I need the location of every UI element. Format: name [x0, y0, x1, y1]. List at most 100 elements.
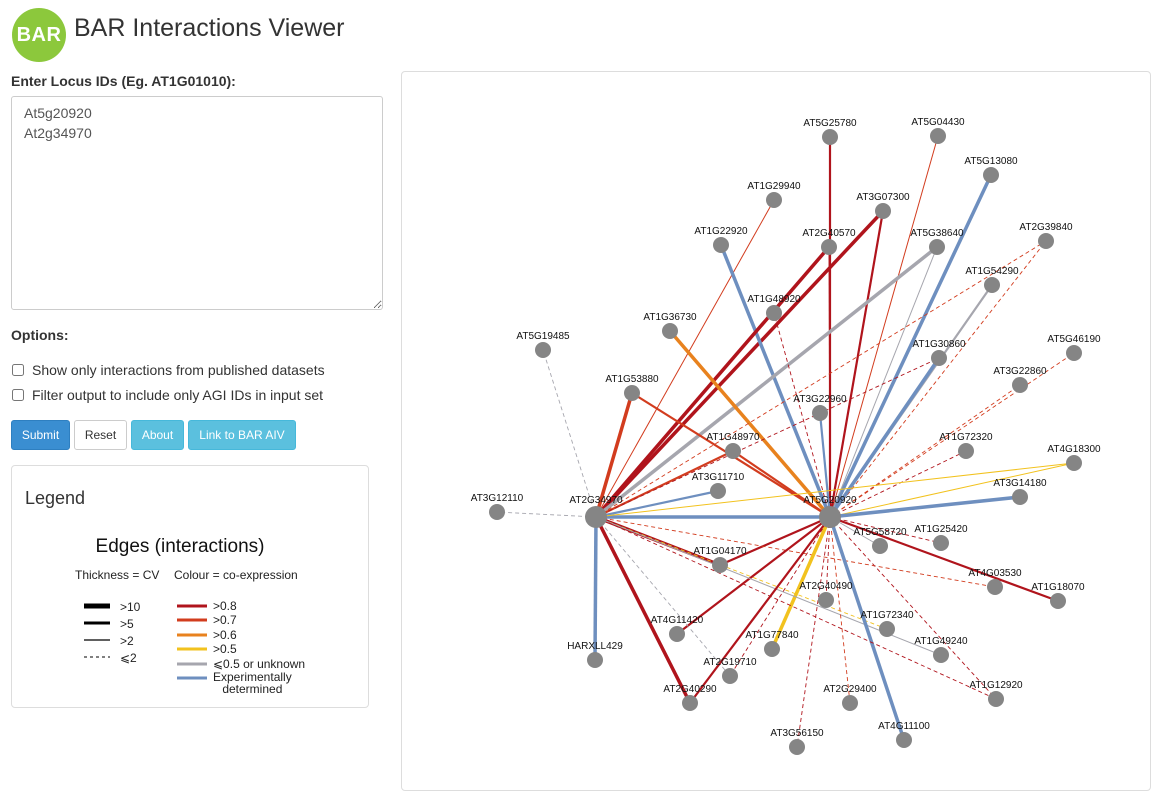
- graph-node-circle[interactable]: [933, 535, 949, 551]
- published-checkbox[interactable]: [12, 364, 24, 376]
- graph-node[interactable]: AT5G46190: [1047, 334, 1101, 361]
- graph-node-circle[interactable]: [587, 652, 603, 668]
- graph-node-circle[interactable]: [713, 237, 729, 253]
- graph-edge[interactable]: [595, 240, 1047, 518]
- graph-node-circle[interactable]: [682, 695, 698, 711]
- graph-edge[interactable]: [668, 329, 832, 519]
- graph-node-circle[interactable]: [958, 443, 974, 459]
- graph-node-circle[interactable]: [931, 350, 947, 366]
- graph-edge[interactable]: [828, 357, 941, 518]
- graph-node-circle[interactable]: [585, 506, 607, 528]
- graph-node-circle[interactable]: [669, 626, 685, 642]
- graph-node-circle[interactable]: [1038, 233, 1054, 249]
- graph-node-circle[interactable]: [1066, 345, 1082, 361]
- graph-node[interactable]: AT2G40290: [663, 684, 717, 711]
- graph-node-circle[interactable]: [722, 668, 738, 684]
- graph-node[interactable]: AT3G22860: [993, 366, 1047, 393]
- graph-node-circle[interactable]: [929, 239, 945, 255]
- reset-button[interactable]: Reset: [74, 420, 127, 450]
- graph-node-circle[interactable]: [1050, 593, 1066, 609]
- graph-node-circle[interactable]: [879, 621, 895, 637]
- graph-edge[interactable]: [496, 511, 597, 518]
- graph-node-circle[interactable]: [821, 239, 837, 255]
- graph-node[interactable]: AT1G12920: [969, 680, 1023, 707]
- graph-edge[interactable]: [828, 174, 993, 518]
- graph-edge[interactable]: [595, 199, 775, 518]
- graph-node[interactable]: AT1G54290: [965, 266, 1019, 293]
- graph-edge[interactable]: [829, 450, 967, 518]
- graph-node-circle[interactable]: [818, 592, 834, 608]
- graph-node[interactable]: AT1G36730: [643, 312, 697, 339]
- graph-node[interactable]: HARXLL429: [567, 641, 623, 668]
- graph-node-circle[interactable]: [535, 342, 551, 358]
- graph-node[interactable]: AT1G18070: [1031, 582, 1085, 609]
- graph-node-circle[interactable]: [789, 739, 805, 755]
- graph-node-circle[interactable]: [766, 305, 782, 321]
- graph-node[interactable]: AT2G40570: [802, 228, 856, 255]
- graph-edge[interactable]: [829, 516, 997, 700]
- interaction-graph[interactable]: AT2G34970 AT5G20920 AT5G25780 AT5G04430 AT5G…: [402, 72, 1150, 790]
- graph-node[interactable]: AT5G19485: [516, 331, 570, 358]
- graph-node-circle[interactable]: [712, 557, 728, 573]
- graph-node-circle[interactable]: [812, 405, 828, 421]
- graph-node-circle[interactable]: [624, 385, 640, 401]
- published-option[interactable]: Show only interactions from published da…: [11, 362, 325, 378]
- graph-node[interactable]: AT2G29400: [823, 684, 877, 711]
- filter-checkbox[interactable]: [12, 389, 24, 401]
- locus-input[interactable]: At5g20920 At2g34970: [11, 96, 383, 310]
- graph-node-circle[interactable]: [489, 504, 505, 520]
- graph-node[interactable]: AT5G25780: [803, 118, 857, 145]
- graph-node-circle[interactable]: [842, 695, 858, 711]
- graph-node[interactable]: AT4G11100: [878, 721, 930, 748]
- graph-node-circle[interactable]: [984, 277, 1000, 293]
- graph-node[interactable]: AT5G04430: [911, 117, 965, 144]
- graph-node[interactable]: AT1G72320: [939, 432, 993, 459]
- graph-node[interactable]: AT3G12110: [471, 493, 524, 520]
- graph-node[interactable]: AT4G03530: [968, 568, 1022, 595]
- graph-node[interactable]: AT5G58720: [853, 527, 907, 554]
- graph-node-circle[interactable]: [662, 323, 678, 339]
- graph-node-circle[interactable]: [725, 443, 741, 459]
- graph-edge[interactable]: [829, 495, 1021, 519]
- graph-node[interactable]: AT1G22920: [694, 226, 748, 253]
- about-button[interactable]: About: [131, 420, 184, 450]
- graph-node[interactable]: AT3G14180: [993, 478, 1047, 505]
- graph-edge[interactable]: [829, 240, 1047, 518]
- graph-edge[interactable]: [829, 462, 1075, 518]
- link-bar-aiv-button[interactable]: Link to BAR AIV: [188, 420, 296, 450]
- graph-edge[interactable]: [729, 516, 831, 677]
- graph-node-circle[interactable]: [875, 203, 891, 219]
- graph-edge[interactable]: [829, 384, 1021, 518]
- graph-edge[interactable]: [689, 516, 831, 704]
- graph-node[interactable]: AT1G53880: [605, 374, 659, 401]
- graph-node-circle[interactable]: [933, 647, 949, 663]
- graph-node-circle[interactable]: [1012, 377, 1028, 393]
- graph-node-circle[interactable]: [766, 192, 782, 208]
- graph-node[interactable]: AT2G19710: [703, 657, 757, 684]
- submit-button[interactable]: Submit: [11, 420, 70, 450]
- graph-node[interactable]: AT1G29940: [747, 181, 801, 208]
- graph-edge[interactable]: [542, 349, 597, 518]
- graph-node[interactable]: AT3G56150: [770, 728, 824, 755]
- graph-node[interactable]: AT2G39840: [1019, 222, 1073, 249]
- graph-node[interactable]: AT1G30860: [912, 339, 966, 366]
- graph-node[interactable]: AT3G07300: [856, 192, 910, 219]
- graph-node[interactable]: AT5G13080: [964, 156, 1018, 183]
- graph-node-circle[interactable]: [983, 167, 999, 183]
- graph-node-circle[interactable]: [710, 483, 726, 499]
- graph-node-circle[interactable]: [819, 506, 841, 528]
- graph-node[interactable]: AT3G22960: [793, 394, 847, 421]
- graph-node[interactable]: AT1G77840: [745, 630, 799, 657]
- graph-node-circle[interactable]: [872, 538, 888, 554]
- graph-node-circle[interactable]: [1066, 455, 1082, 471]
- graph-node-circle[interactable]: [987, 579, 1003, 595]
- graph-node-circle[interactable]: [822, 129, 838, 145]
- graph-node[interactable]: AT2G40490: [799, 581, 853, 608]
- graph-node[interactable]: AT1G25420: [914, 524, 968, 551]
- graph-node-circle[interactable]: [930, 128, 946, 144]
- graph-node-circle[interactable]: [896, 732, 912, 748]
- graph-edge[interactable]: [594, 516, 692, 704]
- graph-node-circle[interactable]: [988, 691, 1004, 707]
- graph-node-circle[interactable]: [764, 641, 780, 657]
- filter-option[interactable]: Filter output to include only AGI IDs in…: [11, 387, 323, 403]
